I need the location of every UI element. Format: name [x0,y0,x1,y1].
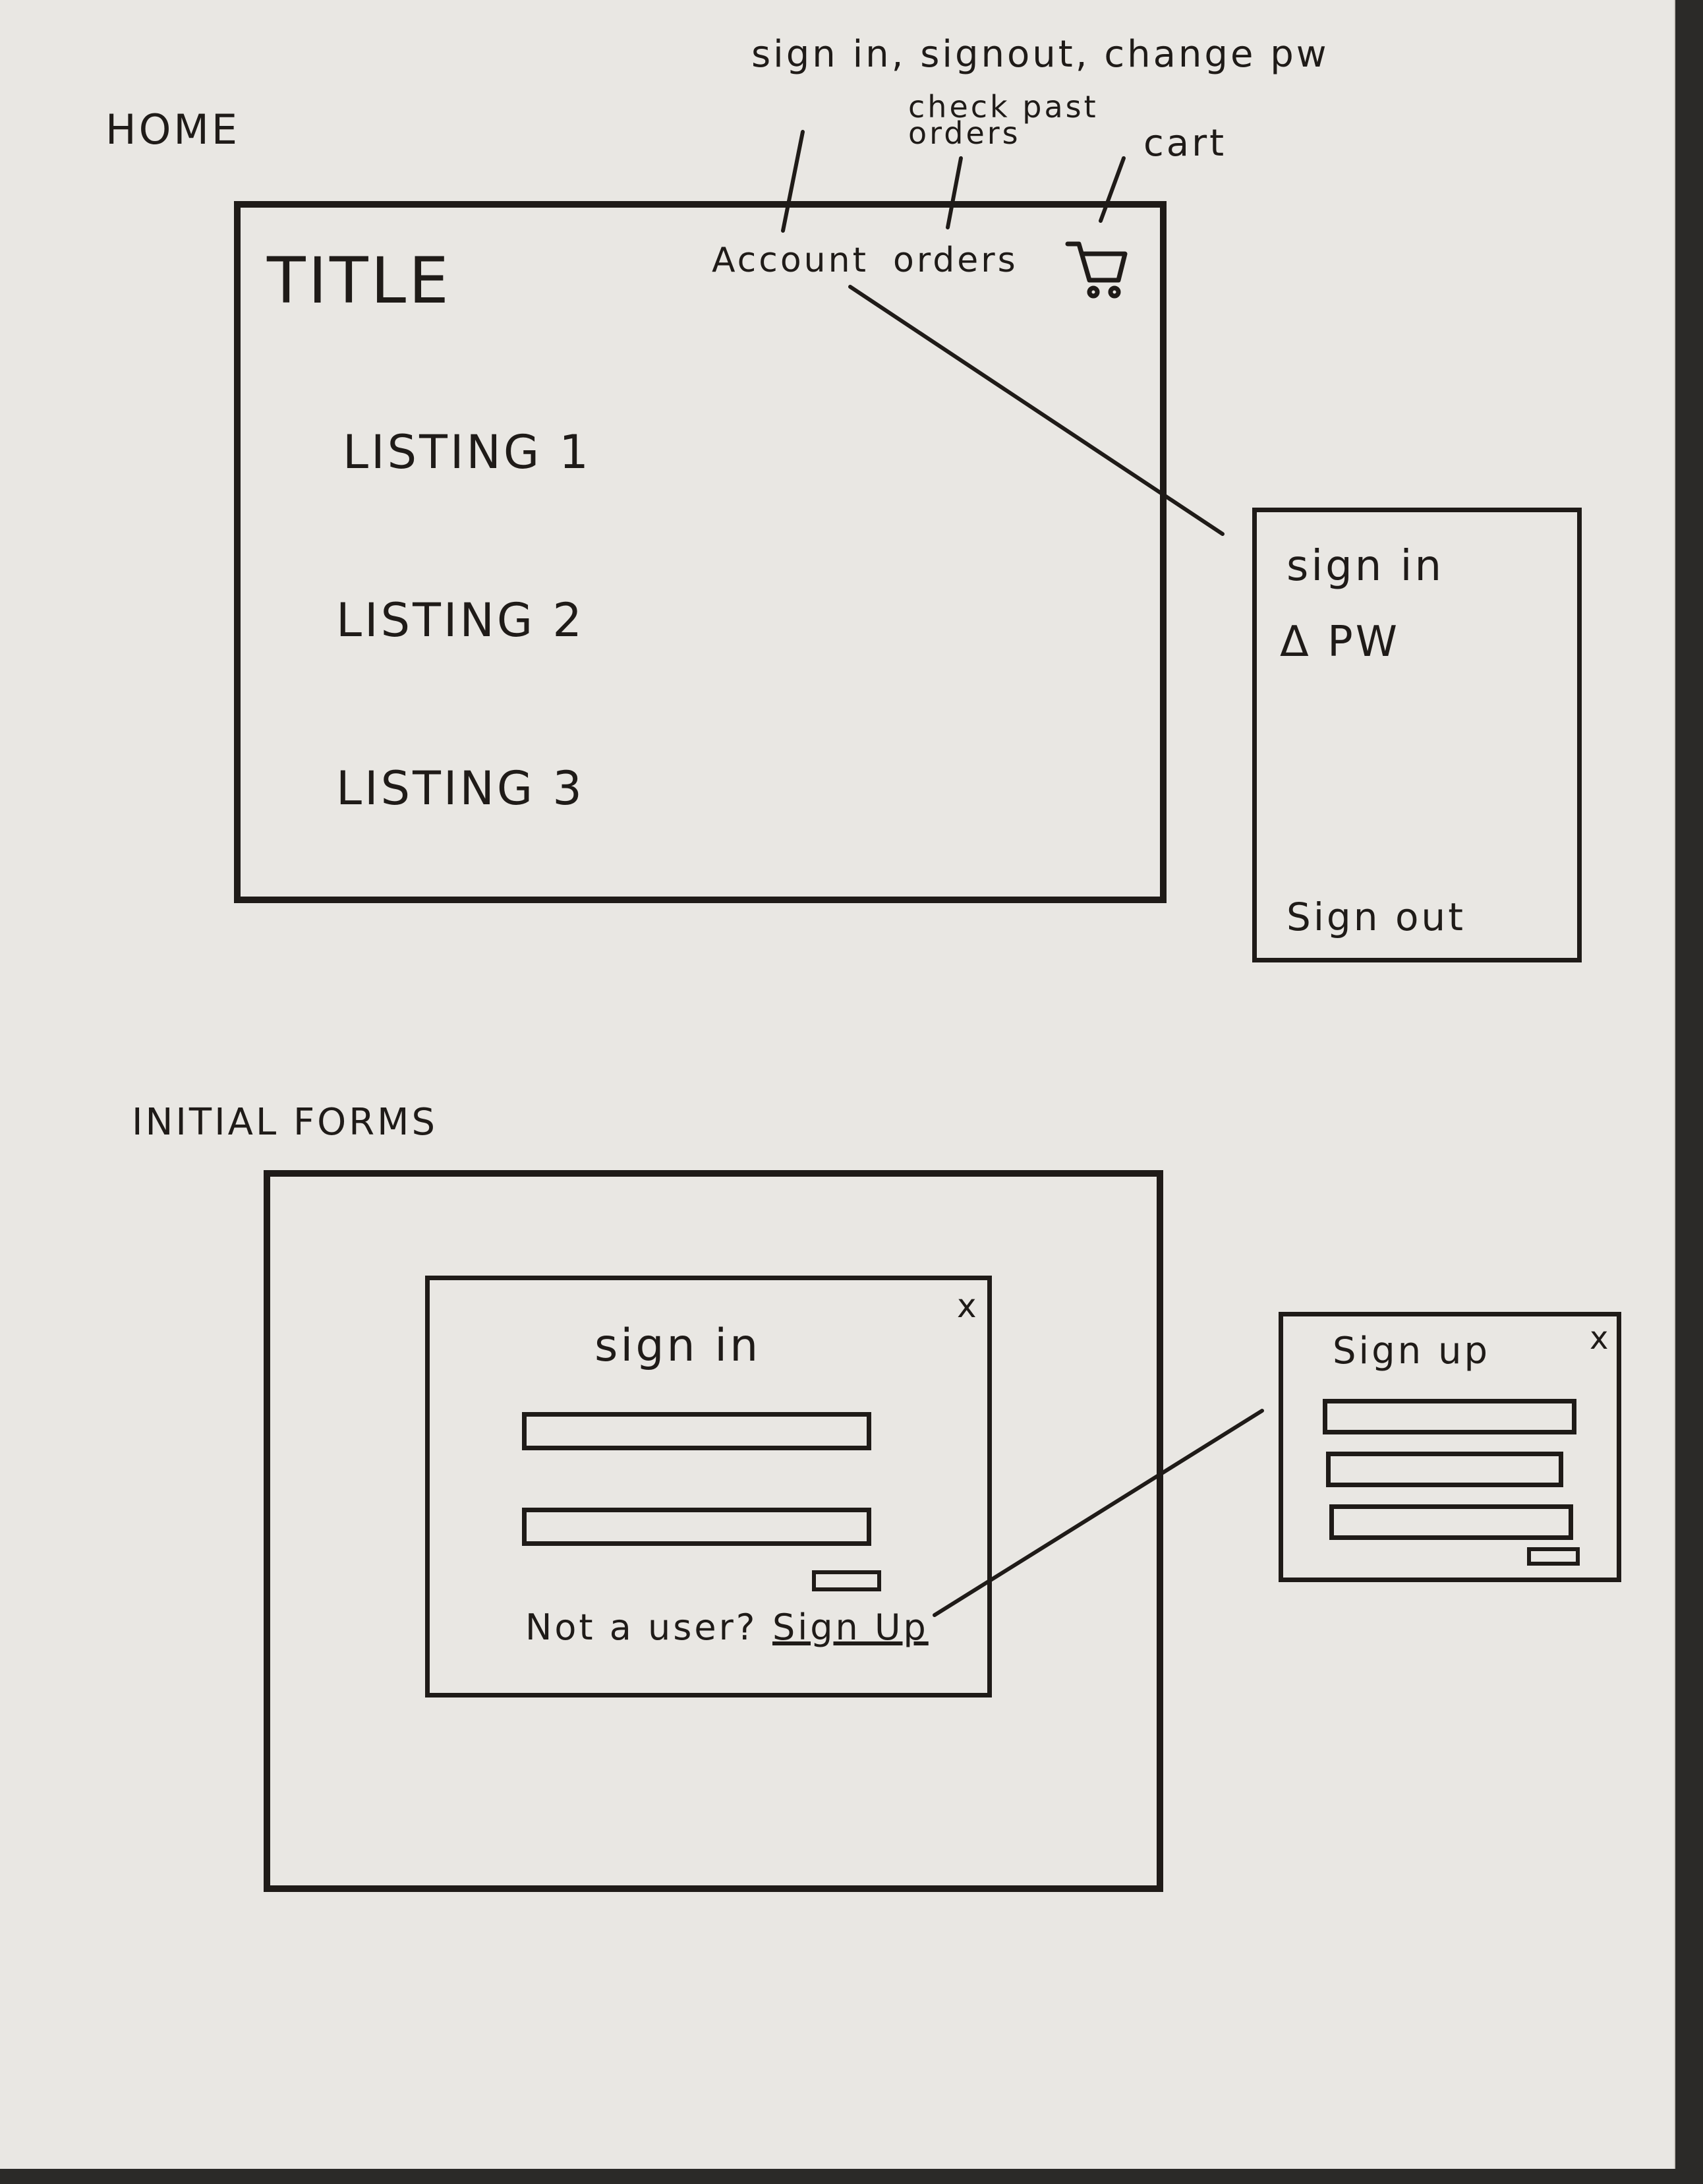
menu-sign-in[interactable]: sign in [1286,542,1444,591]
close-icon[interactable]: x [957,1287,979,1325]
forms-section-label: INITIAL FORMS [132,1101,438,1144]
sign-up-link[interactable]: Sign Up [772,1607,929,1648]
paper-sheet: HOME sign in, signout, change pw check p… [0,0,1675,2169]
orders-annotation: check past orders [908,89,1099,151]
home-page-frame: TITLE Account orders LISTING 1 LISTING 2… [234,201,1167,903]
close-icon[interactable]: x [1590,1320,1611,1357]
sign-up-button[interactable] [1527,1547,1580,1566]
password-field[interactable] [522,1508,871,1546]
account-nav-link[interactable]: Account [712,241,869,280]
account-annotation: sign in, signout, change pw [751,33,1329,76]
forms-page-frame: x sign in Not a user? Sign Up [264,1170,1163,1892]
sign-up-field-1[interactable] [1323,1399,1576,1434]
sign-in-modal: x sign in Not a user? Sign Up [425,1276,992,1697]
home-section-label: HOME [105,105,241,154]
sign-up-field-3[interactable] [1329,1504,1573,1540]
sign-in-button[interactable] [812,1570,881,1591]
listing-item[interactable]: LISTING 3 [336,761,585,815]
listing-item[interactable]: LISTING 1 [343,425,591,479]
menu-sign-out[interactable]: Sign out [1286,895,1466,939]
not-a-user-text: Not a user? [525,1607,758,1648]
username-field[interactable] [522,1412,871,1450]
account-dropdown-menu: sign in Δ PW Sign out [1252,508,1582,962]
site-title: TITLE [267,244,451,318]
cart-icon[interactable] [1064,234,1130,303]
listing-item[interactable]: LISTING 2 [336,593,585,647]
orders-nav-link[interactable]: orders [893,241,1018,280]
sign-up-title: Sign up [1333,1330,1490,1372]
menu-change-password[interactable]: Δ PW [1280,618,1400,666]
cart-annotation: cart [1143,122,1227,165]
sign-in-title: sign in [594,1320,761,1372]
sign-up-field-2[interactable] [1326,1452,1563,1487]
sign-up-modal: x Sign up [1279,1312,1621,1582]
